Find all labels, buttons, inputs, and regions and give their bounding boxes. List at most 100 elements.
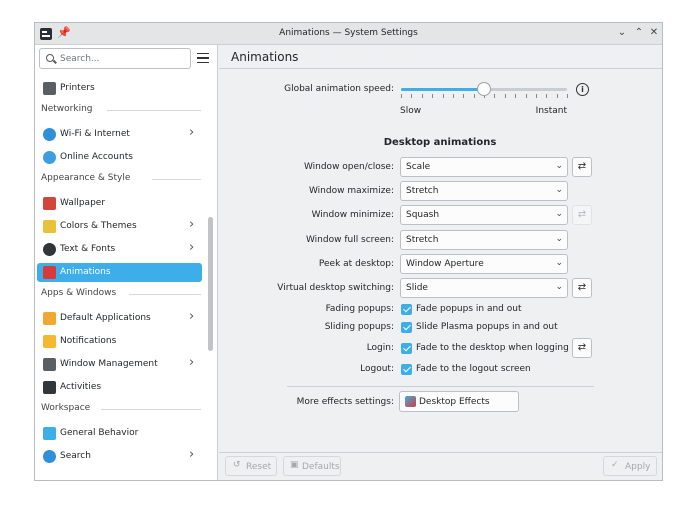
chevron-down-icon: ⌄ (555, 161, 563, 171)
close-button[interactable]: ✕ (647, 26, 661, 40)
sidebar-item-label: Search (60, 451, 91, 461)
sidebar-item-search[interactable]: Search › (37, 447, 202, 466)
minimize-button[interactable]: ⌄ (615, 26, 629, 40)
animation-select[interactable]: Stretch ⌄ (400, 230, 568, 250)
sidebar-item-label: Window Management (60, 359, 158, 369)
defaults-button[interactable]: ▣ Defaults (283, 456, 341, 476)
chevron-down-icon: ⌄ (555, 209, 563, 219)
configure-icon[interactable]: ⇄ (572, 205, 592, 225)
star-icon (43, 312, 56, 325)
sidebar-item-label: Activities (60, 382, 102, 392)
sidebar-item-label: Colors & Themes (60, 221, 137, 231)
sidebar-item-default-applications[interactable]: Default Applications › (37, 309, 202, 328)
search-field[interactable] (39, 48, 191, 69)
chevron-right-icon: › (189, 240, 195, 255)
sidebar-item-wi-fi-internet[interactable]: Wi-Fi & Internet › (37, 125, 202, 144)
sidebar-item-label: Notifications (60, 336, 117, 346)
section-heading: Workspace (41, 403, 91, 413)
desktop-effects-icon (405, 396, 416, 407)
animation-select[interactable]: Window Aperture ⌄ (400, 254, 568, 274)
section-divider (129, 294, 201, 295)
apply-label: Apply (625, 462, 651, 472)
chevron-right-icon: › (189, 355, 195, 370)
general-behavior-icon (43, 427, 56, 440)
desktop-effects-button[interactable]: Desktop Effects (399, 391, 519, 412)
section-divider (101, 409, 201, 410)
font-icon (43, 243, 56, 256)
window-title: Animations — System Settings (279, 28, 418, 38)
sidebar-item-wallpaper[interactable]: Wallpaper (37, 194, 202, 213)
palette-icon (43, 220, 56, 233)
online-accounts-icon (43, 151, 56, 164)
apply-button[interactable]: ✓ Apply (603, 456, 657, 476)
select-value: Squash (406, 210, 440, 220)
chevron-right-icon: › (189, 309, 195, 324)
search-icon (46, 54, 54, 62)
configure-icon[interactable]: ⇄ (572, 338, 592, 358)
maximize-button[interactable]: ⌃ (632, 26, 646, 40)
chevron-down-icon: ⌄ (555, 234, 563, 244)
configure-icon[interactable]: ⇄ (572, 278, 592, 298)
checkbox[interactable] (401, 322, 412, 333)
animation-select[interactable]: Squash ⌄ (400, 205, 568, 225)
activities-icon (43, 381, 56, 394)
reset-icon: ↺ (233, 460, 241, 470)
sidebar-item-label: Default Applications (60, 313, 151, 323)
animation-select[interactable]: Stretch ⌄ (400, 181, 568, 201)
reset-button[interactable]: ↺ Reset (225, 456, 277, 476)
sidebar-item-label: Printers (60, 83, 95, 93)
sidebar: Printers Networking Wi-Fi & Internet › Onlin… (35, 45, 218, 480)
hamburger-menu-icon[interactable] (197, 53, 209, 63)
checkbox[interactable] (401, 304, 412, 315)
bell-icon (43, 335, 56, 348)
defaults-label: Defaults (302, 462, 340, 472)
animation-icon (43, 266, 56, 279)
sidebar-item-label: General Behavior (60, 428, 139, 438)
sidebar-item-label: Wallpaper (60, 198, 106, 208)
reset-label: Reset (246, 462, 272, 472)
sidebar-item-notifications[interactable]: Notifications (37, 332, 202, 351)
select-value: Slide (406, 283, 428, 293)
section-divider (151, 179, 201, 180)
sidebar-item-animations[interactable]: Animations (37, 263, 202, 282)
defaults-icon: ▣ (290, 460, 299, 470)
sidebar-item-text-fonts[interactable]: Text & Fonts › (37, 240, 202, 259)
sidebar-item-online-accounts[interactable]: Online Accounts (37, 148, 202, 167)
footer: ↺ Reset ▣ Defaults ✓ Apply (219, 452, 662, 480)
section-heading: Networking (41, 104, 93, 114)
animation-select[interactable]: Slide ⌄ (400, 278, 568, 298)
sidebar-item-window-management[interactable]: Window Management › (37, 355, 202, 374)
checkbox[interactable] (401, 364, 412, 375)
page-title: Animations (231, 50, 299, 64)
select-value: Stretch (406, 235, 439, 245)
animation-select[interactable]: Scale ⌄ (400, 157, 568, 177)
sidebar-item-label: Text & Fonts (60, 244, 116, 254)
sidebar-item-label: Online Accounts (60, 152, 133, 162)
select-value: Scale (406, 162, 431, 172)
sidebar-item-label: Wi-Fi & Internet (60, 129, 130, 139)
configure-icon[interactable]: ⇄ (572, 157, 592, 177)
checkbox[interactable] (401, 343, 412, 354)
wallpaper-icon (43, 197, 56, 210)
search-input[interactable] (60, 52, 185, 66)
select-value: Stretch (406, 186, 439, 196)
sidebar-scrollbar[interactable] (208, 217, 213, 351)
sidebar-item-activities[interactable]: Activities (37, 378, 202, 397)
desktop-effects-label: Desktop Effects (419, 397, 490, 407)
section-divider (107, 110, 201, 111)
printer-icon (43, 82, 56, 95)
sidebar-item-general-behavior[interactable]: General Behavior (37, 424, 202, 443)
chevron-down-icon: ⌄ (555, 282, 563, 292)
title-bar: 📌 Animations — System Settings ⌄ ⌃ ✕ (35, 23, 662, 45)
section-heading: Apps & Windows (41, 288, 117, 298)
sidebar-item-label: Animations (60, 267, 111, 277)
chevron-right-icon: › (189, 217, 195, 232)
globe-icon (43, 128, 56, 141)
chevron-right-icon: › (189, 447, 195, 462)
sidebar-item-colors-themes[interactable]: Colors & Themes › (37, 217, 202, 236)
chevron-down-icon: ⌄ (555, 258, 563, 268)
window-icon (43, 358, 56, 371)
sidebar-item-printers[interactable]: Printers (37, 79, 202, 98)
search-icon (43, 450, 56, 463)
select-value: Window Aperture (406, 259, 484, 269)
